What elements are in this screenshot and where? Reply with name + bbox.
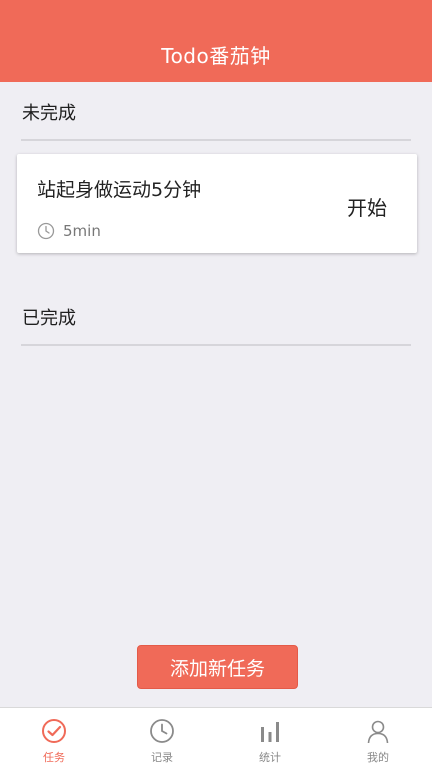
page-title: Todo番茄钟 (161, 43, 271, 68)
add-task-button[interactable]: 添加新任务 (137, 645, 298, 689)
section-title-complete: 已完成 (22, 308, 76, 329)
task-name: 站起身做运动5分钟 (37, 179, 202, 201)
tab-label-stats: 统计 (259, 751, 281, 764)
tab-label-profile: 我的 (367, 751, 389, 764)
section-divider-incomplete (21, 139, 411, 141)
tab-records[interactable]: 记录 (108, 708, 216, 768)
tab-profile[interactable]: 我的 (324, 708, 432, 768)
tab-stats[interactable]: 统计 (216, 708, 324, 768)
task-duration: 5min (37, 222, 101, 240)
clock-icon (150, 719, 174, 743)
task-duration-text: 5min (63, 222, 101, 240)
tab-tasks[interactable]: 任务 (0, 708, 108, 768)
start-button[interactable]: 开始 (347, 192, 387, 221)
task-card[interactable]: 站起身做运动5分钟 5min 开始 (17, 154, 417, 253)
check-circle-icon (42, 719, 66, 743)
bar-chart-icon (261, 722, 279, 742)
app-screen: Todo番茄钟 未完成 站起身做运动5分钟 5min 开始 已完成 添加新任务 … (0, 0, 432, 768)
section-divider-complete (21, 344, 411, 346)
user-icon (367, 720, 389, 744)
app-header: Todo番茄钟 (0, 0, 432, 82)
clock-icon (37, 222, 55, 240)
bottom-tab-bar: 任务 记录 统计 我的 (0, 707, 432, 768)
tab-label-records: 记录 (151, 751, 173, 764)
tab-label-tasks: 任务 (43, 751, 65, 764)
section-title-incomplete: 未完成 (22, 103, 76, 124)
